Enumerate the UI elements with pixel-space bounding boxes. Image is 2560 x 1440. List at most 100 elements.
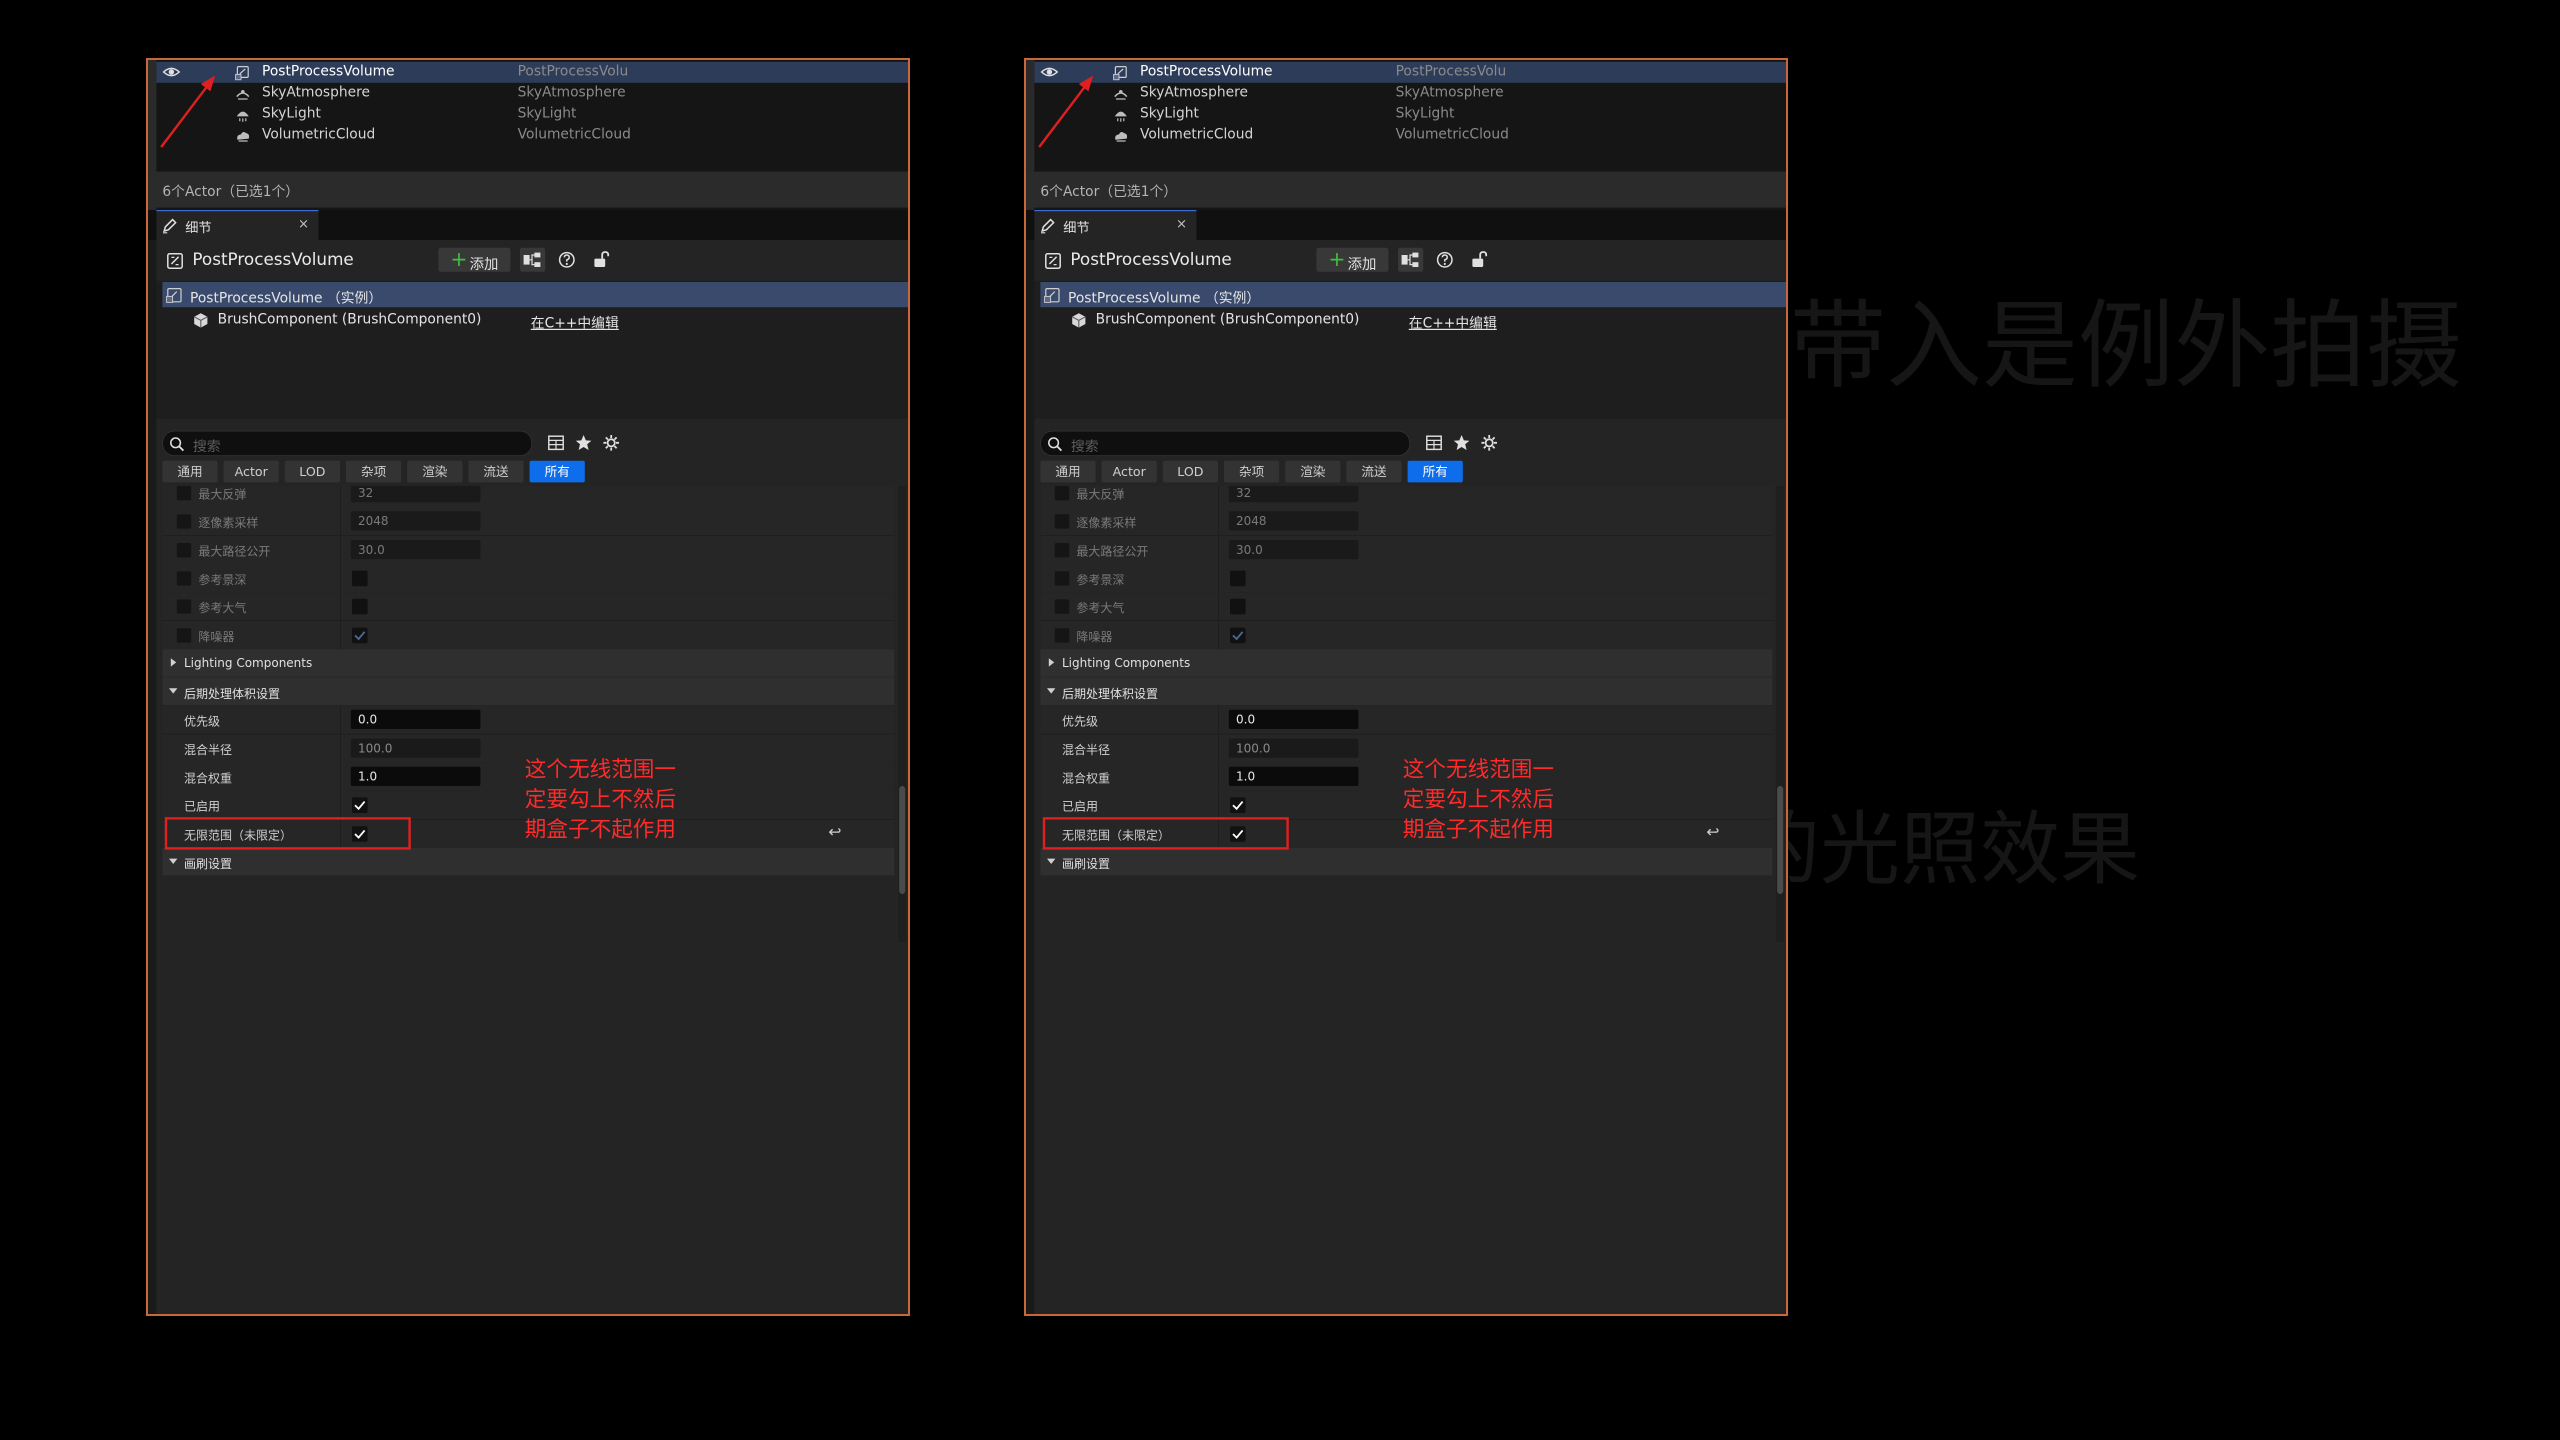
settings-gear-icon[interactable]: [1480, 433, 1499, 452]
override-checkbox[interactable]: [176, 627, 192, 643]
property-value-field[interactable]: 100.0: [1228, 738, 1359, 758]
override-checkbox[interactable]: [1054, 514, 1070, 529]
property-value-field[interactable]: 0.0: [1228, 710, 1359, 730]
filter-button[interactable]: 流送: [468, 460, 524, 483]
lock-icon[interactable]: [588, 248, 612, 272]
property-checkbox[interactable]: [1230, 598, 1246, 615]
property-value-field[interactable]: 30.0: [1228, 539, 1359, 559]
details-scrollbar[interactable]: [1776, 486, 1785, 943]
outliner-row[interactable]: VolumetricCloud VolumetricCloud: [156, 125, 908, 146]
outliner-row[interactable]: SkyAtmosphere SkyAtmosphere: [1034, 83, 1786, 104]
override-checkbox[interactable]: [176, 599, 192, 614]
scrollbar-thumb[interactable]: [1777, 786, 1784, 895]
component-row[interactable]: BrushComponent (BrushComponent0) 在C++中编辑: [1040, 307, 1786, 332]
property-row: 最大路径公开 30.0: [162, 535, 895, 565]
override-checkbox[interactable]: [176, 571, 192, 586]
property-checkbox[interactable]: [352, 570, 368, 587]
details-scrollbar[interactable]: [898, 486, 907, 943]
category-row[interactable]: 画刷设置: [1040, 847, 1773, 876]
component-row[interactable]: BrushComponent (BrushComponent0) 在C++中编辑: [162, 307, 908, 332]
override-checkbox[interactable]: [176, 514, 192, 529]
property-value-field[interactable]: 32: [1228, 486, 1359, 503]
close-icon[interactable]: ×: [1176, 217, 1187, 232]
favorites-star-icon[interactable]: [574, 433, 593, 452]
scrollbar-thumb[interactable]: [899, 786, 906, 895]
override-checkbox[interactable]: [176, 542, 192, 558]
category-row[interactable]: 后期处理体积设置: [162, 677, 895, 706]
override-checkbox[interactable]: [1054, 542, 1070, 558]
filter-button[interactable]: 通用: [162, 460, 218, 483]
column-divider: [340, 507, 341, 536]
filter-button[interactable]: 渲染: [407, 460, 463, 483]
tab-details-label: 细节: [185, 220, 212, 236]
override-checkbox[interactable]: [176, 486, 192, 501]
filter-button[interactable]: LOD: [284, 460, 340, 483]
override-checkbox[interactable]: [1054, 599, 1070, 614]
settings-gear-icon[interactable]: [602, 433, 621, 452]
property-value: 0.0: [1236, 712, 1256, 727]
grid-view-icon[interactable]: [546, 433, 565, 452]
filter-button[interactable]: 渲染: [1285, 460, 1341, 483]
property-value-field[interactable]: 32: [350, 486, 481, 503]
property-checkbox[interactable]: [1230, 797, 1246, 814]
filter-button[interactable]: 流送: [1346, 460, 1402, 483]
outliner-row[interactable]: SkyLight SkyLight: [156, 104, 908, 125]
grid-view-icon[interactable]: [1424, 433, 1443, 452]
add-component-button[interactable]: + 添加: [438, 247, 511, 272]
outliner-row[interactable]: VolumetricCloud VolumetricCloud: [1034, 125, 1786, 146]
blueprint-button[interactable]: [1398, 247, 1424, 272]
property-checkbox[interactable]: [352, 627, 368, 643]
filter-button[interactable]: 杂项: [346, 460, 402, 483]
help-icon[interactable]: [1433, 248, 1457, 272]
reset-to-default-icon[interactable]: ↩: [1706, 823, 1719, 841]
filter-button[interactable]: LOD: [1162, 460, 1218, 483]
instance-icon: [1044, 287, 1061, 304]
property-value-field[interactable]: 30.0: [350, 539, 481, 559]
component-row[interactable]: PostProcessVolume （实例）: [1040, 282, 1786, 308]
category-row[interactable]: Lighting Components: [1040, 649, 1773, 677]
category-row[interactable]: 画刷设置: [162, 847, 895, 876]
component-row[interactable]: PostProcessVolume （实例）: [162, 282, 908, 308]
property-value-field[interactable]: 2048: [1228, 511, 1359, 531]
favorites-star-icon[interactable]: [1452, 433, 1471, 452]
filter-button[interactable]: 杂项: [1224, 460, 1280, 483]
category-row[interactable]: Lighting Components: [162, 649, 895, 677]
search-icon: [1047, 436, 1063, 452]
property-value-field[interactable]: 2048: [350, 511, 481, 531]
override-checkbox[interactable]: [1054, 627, 1070, 643]
filter-button[interactable]: Actor: [1101, 460, 1157, 483]
search-input[interactable]: 搜索: [162, 430, 532, 457]
add-component-button[interactable]: + 添加: [1316, 247, 1389, 272]
filter-button[interactable]: 通用: [1040, 460, 1096, 483]
tab-details[interactable]: 细节 ×: [1034, 210, 1197, 240]
edit-in-cpp-link[interactable]: 在C++中编辑: [531, 311, 619, 332]
property-checkbox[interactable]: [352, 598, 368, 615]
property-value-field[interactable]: 1.0: [1228, 766, 1359, 786]
close-icon[interactable]: ×: [298, 217, 309, 232]
search-input[interactable]: 搜索: [1040, 430, 1410, 457]
reset-to-default-icon[interactable]: ↩: [828, 823, 841, 841]
override-checkbox[interactable]: [1054, 571, 1070, 586]
property-list: 最大反弹 32 逐像素采样 2048 最大路径公开 30.0 参考景深 参考大气 降噪器 Ligh…: [156, 486, 908, 942]
property-value-field[interactable]: 0.0: [350, 710, 481, 730]
outliner-row[interactable]: SkyLight SkyLight: [1034, 104, 1786, 125]
property-checkbox[interactable]: [1230, 627, 1246, 643]
edit-in-cpp-link[interactable]: 在C++中编辑: [1409, 311, 1497, 332]
outliner-row[interactable]: PostProcessVolume PostProcessVolu: [156, 61, 908, 83]
blueprint-button[interactable]: [520, 247, 546, 272]
property-checkbox[interactable]: [352, 797, 368, 814]
tab-details[interactable]: 细节 ×: [156, 210, 319, 240]
property-checkbox[interactable]: [1230, 570, 1246, 587]
outliner-row[interactable]: PostProcessVolume PostProcessVolu: [1034, 61, 1786, 83]
filter-button[interactable]: Actor: [223, 460, 279, 483]
filter-button[interactable]: 所有: [1407, 460, 1463, 483]
help-icon[interactable]: [555, 248, 579, 272]
filter-button[interactable]: 所有: [529, 460, 585, 483]
column-divider: [1218, 563, 1219, 593]
property-value-field[interactable]: 100.0: [350, 738, 481, 758]
property-value-field[interactable]: 1.0: [350, 766, 481, 786]
outliner-row[interactable]: SkyAtmosphere SkyAtmosphere: [156, 83, 908, 104]
lock-icon[interactable]: [1466, 248, 1490, 272]
category-row[interactable]: 后期处理体积设置: [1040, 677, 1773, 706]
override-checkbox[interactable]: [1054, 486, 1070, 501]
